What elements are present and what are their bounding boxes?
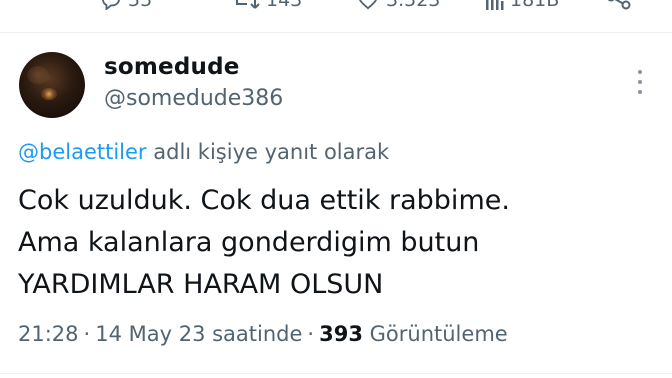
reply-count: 55: [128, 0, 153, 11]
author-handle[interactable]: @somedude386: [104, 86, 283, 111]
more-vertical-icon: [638, 70, 642, 74]
reply-mention-link[interactable]: @belaettiler: [18, 140, 147, 164]
share-icon: [607, 0, 631, 10]
share-button[interactable]: [606, 0, 632, 12]
tweet-text: Cok uzulduk. Cok dua ettik rabbime. Ama …: [18, 180, 658, 306]
reply-context: @belaettiler adlı kişiye yanıt olarak: [18, 140, 389, 164]
tweet-meta: 21:28 · 14 May 23 saatinde · 393 Görüntüleme: [18, 322, 508, 346]
avatar[interactable]: [19, 52, 85, 118]
tweet-time[interactable]: 21:28: [18, 322, 79, 346]
meta-separator: ·: [83, 322, 91, 346]
retweet-button[interactable]: 143: [232, 0, 302, 12]
like-button[interactable]: 3.523: [356, 0, 440, 12]
heart-icon: [359, 0, 377, 10]
tweet-action-bar: 55 143 3.523 181B: [0, 0, 672, 12]
more-vertical-icon-dot: [638, 90, 642, 94]
divider: [0, 373, 672, 374]
views-label: Görüntüleme: [369, 322, 508, 346]
retweet-icon: [236, 0, 260, 9]
views-button[interactable]: 181B: [484, 0, 559, 12]
tweet-line: YARDIMLAR HARAM OLSUN: [18, 269, 384, 300]
meta-separator: ·: [307, 322, 315, 346]
views-count-top: 181B: [510, 0, 560, 11]
views-count: 393: [319, 322, 363, 346]
more-options-button[interactable]: [630, 64, 650, 100]
tweet-date[interactable]: 14 May 23 saatinde: [95, 322, 302, 346]
reply-context-text: adlı kişiye yanıt olarak: [146, 140, 390, 164]
avatar-shading: [27, 66, 49, 84]
avatar-highlight: [41, 88, 57, 100]
divider: [0, 32, 672, 33]
tweet-line: Ama kalanlara gonderdigim butun: [18, 227, 480, 258]
tweet-line: Cok uzulduk. Cok dua ettik rabbime.: [18, 185, 510, 216]
more-vertical-icon-dot: [638, 80, 642, 84]
retweet-count: 143: [266, 0, 303, 11]
comment-icon: [102, 0, 120, 10]
author-display-name[interactable]: somedude: [104, 54, 240, 80]
like-count: 3.523: [386, 0, 441, 11]
reply-button[interactable]: 55: [100, 0, 152, 12]
views-chart-icon: [486, 0, 504, 10]
